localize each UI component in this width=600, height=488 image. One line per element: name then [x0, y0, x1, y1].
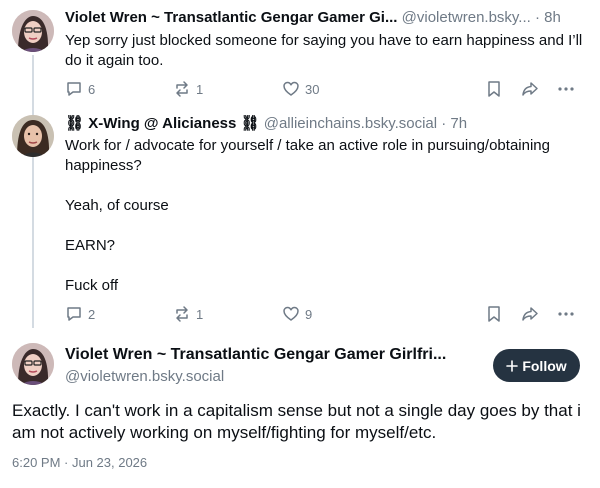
reply-post-2[interactable]: ⛓ X-Wing @ Alicianess ⛓ @allieinchains.b… — [0, 108, 600, 330]
repost-button[interactable]: 1 — [173, 79, 203, 99]
post-actions: 6 1 30 — [65, 79, 580, 99]
repost-icon — [176, 81, 188, 97]
share-button[interactable] — [521, 79, 539, 99]
author-handle[interactable]: @violetwren.bsky.social — [65, 367, 446, 387]
share-icon — [522, 307, 538, 321]
more-icon — [558, 312, 574, 316]
avatar-image — [12, 115, 54, 157]
like-count: 9 — [305, 306, 313, 322]
repost-count: 1 — [196, 81, 204, 97]
share-button[interactable] — [521, 304, 539, 324]
reply-icon — [67, 307, 81, 321]
author-handle-time[interactable]: @allieinchains.bsky.social · 7h — [264, 115, 467, 132]
reply-count: 2 — [88, 306, 96, 322]
author-handle-time[interactable]: @violetwren.bsky... · 8h — [402, 9, 561, 26]
like-count: 30 — [305, 81, 320, 97]
repost-count: 1 — [196, 306, 204, 322]
post-actions: 2 1 9 — [65, 304, 580, 324]
more-options-button[interactable] — [557, 79, 575, 99]
bookmark-icon — [488, 81, 500, 97]
author-name[interactable]: ⛓ X-Wing @ Alicianess ⛓ — [65, 115, 260, 132]
reply-button[interactable]: 2 — [65, 304, 95, 324]
share-icon — [522, 82, 538, 96]
post-header: ⛓ X-Wing @ Alicianess ⛓ @allieinchains.b… — [65, 114, 467, 134]
author-name[interactable]: Violet Wren ~ Transatlantic Gengar Gamer… — [65, 9, 397, 26]
follow-button[interactable]: Follow — [493, 349, 580, 382]
plus-icon — [506, 359, 519, 372]
like-icon — [283, 306, 299, 321]
like-icon — [283, 81, 299, 96]
post-text: Yep sorry just blocked someone for sayin… — [65, 32, 583, 69]
avatar[interactable] — [12, 115, 54, 157]
author-name[interactable]: Violet Wren ~ Transatlantic Gengar Gamer… — [65, 345, 446, 365]
post-header: Violet Wren ~ Transatlantic Gengar Gamer… — [65, 8, 561, 28]
post-timestamp[interactable]: 6:20 PM · Jun 23, 2026 — [12, 455, 147, 470]
like-button[interactable]: 9 — [282, 304, 312, 324]
repost-button[interactable]: 1 — [173, 304, 203, 324]
reply-icon — [67, 82, 81, 96]
avatar-image — [12, 343, 54, 385]
repost-icon — [176, 306, 188, 322]
bookmark-button[interactable] — [485, 304, 503, 324]
bookmark-button[interactable] — [485, 79, 503, 99]
avatar[interactable] — [12, 343, 54, 385]
reply-count: 6 — [88, 81, 96, 97]
avatar-image — [12, 10, 54, 52]
reply-post-1[interactable]: Violet Wren ~ Transatlantic Gengar Gamer… — [0, 0, 600, 108]
avatar[interactable] — [12, 10, 54, 52]
post-text: Work for / advocate for yourself / take … — [65, 137, 550, 294]
reply-button[interactable]: 6 — [65, 79, 95, 99]
like-button[interactable]: 30 — [282, 79, 319, 99]
more-icon — [558, 87, 574, 91]
follow-label: Follow — [522, 357, 567, 374]
bookmark-icon — [488, 306, 500, 322]
main-post-text: Exactly. I can't work in a capitalism se… — [12, 401, 581, 442]
more-options-button[interactable] — [557, 304, 575, 324]
main-post-header: Violet Wren ~ Transatlantic Gengar Gamer… — [65, 345, 446, 387]
